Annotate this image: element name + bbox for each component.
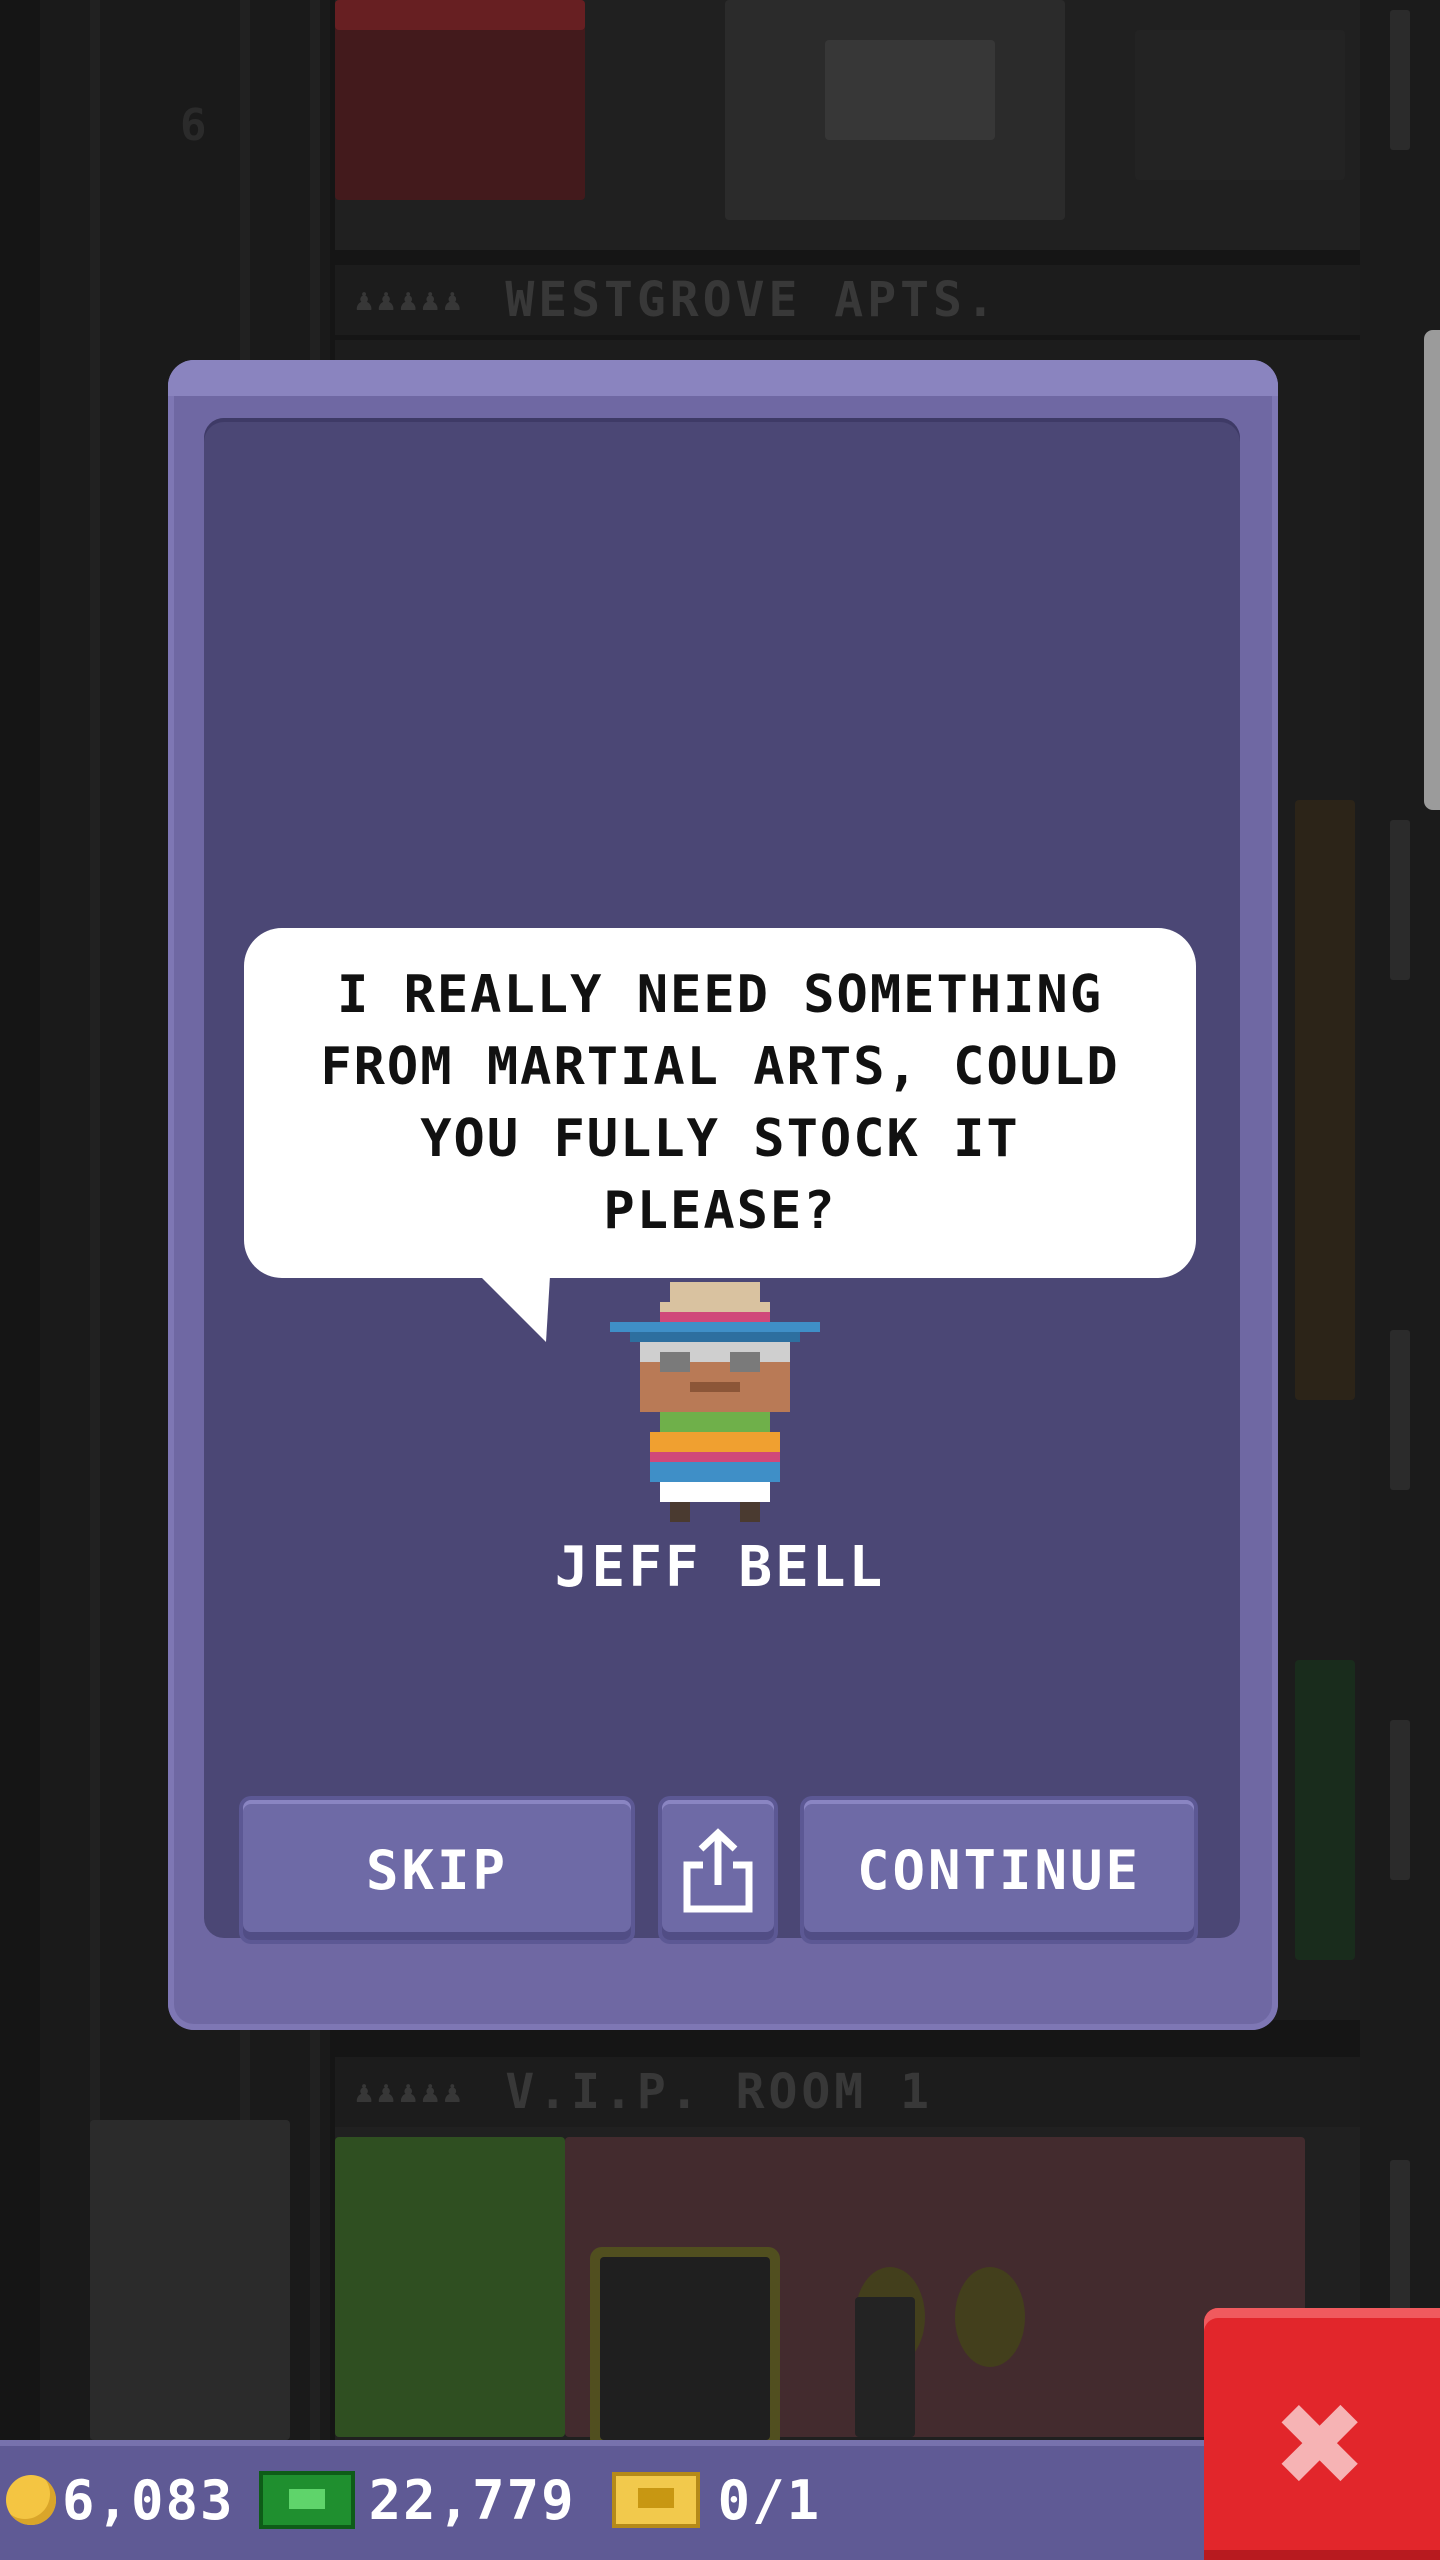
speech-bubble-tail <box>480 1276 550 1342</box>
coins-counter: 6,083 <box>0 2469 235 2532</box>
speech-text: I REALLY NEED SOMETHING FROM MARTIAL ART… <box>320 965 1120 1241</box>
coins-value: 6,083 <box>62 2468 235 2532</box>
tickets-counter: 0/1 <box>576 2469 822 2532</box>
skip-button[interactable]: SKIP <box>243 1800 631 1940</box>
share-button[interactable] <box>662 1800 774 1940</box>
bux-counter: 22,779 <box>235 2469 576 2532</box>
character-sprite <box>610 1282 820 1522</box>
character-name: JEFF BELL <box>554 1535 886 1600</box>
coin-icon <box>6 2475 56 2525</box>
bux-icon <box>258 2471 355 2529</box>
close-icon: ✖ <box>1276 2357 1368 2531</box>
share-icon <box>683 1828 753 1913</box>
speech-bubble: I REALLY NEED SOMETHING FROM MARTIAL ART… <box>244 928 1196 1278</box>
bux-value: 22,779 <box>368 2468 576 2532</box>
golden-ticket-icon <box>611 2472 700 2528</box>
continue-button[interactable]: CONTINUE <box>804 1800 1194 1940</box>
close-button[interactable]: ✖ <box>1204 2308 1440 2560</box>
tickets-value: 0/1 <box>717 2468 822 2532</box>
